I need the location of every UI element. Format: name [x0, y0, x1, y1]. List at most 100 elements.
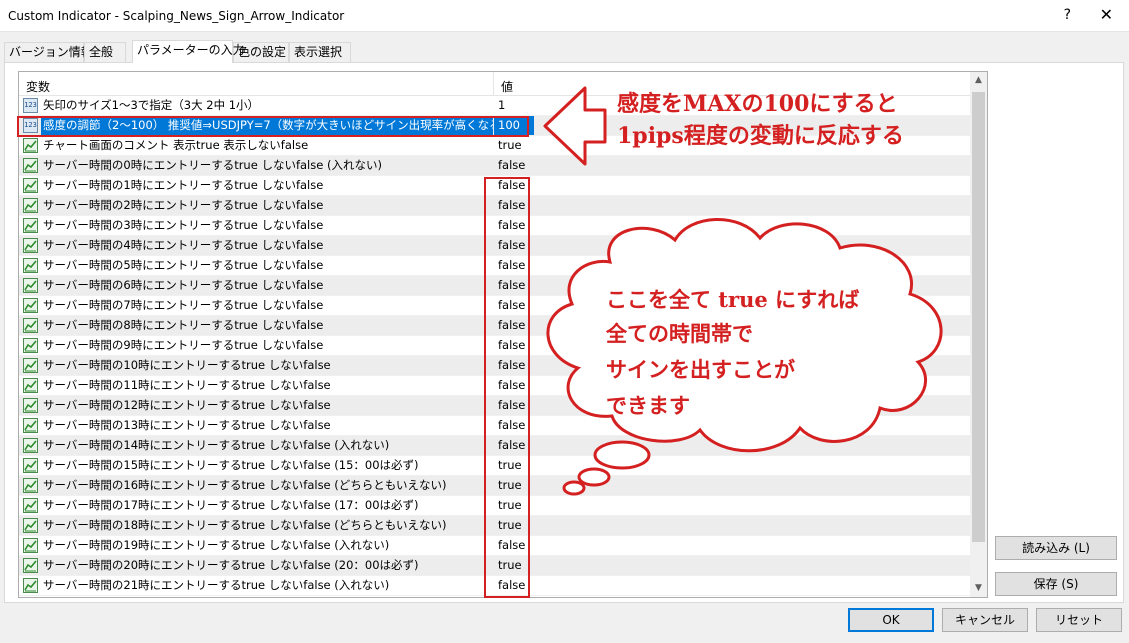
- scroll-down-icon[interactable]: ▼: [970, 580, 987, 597]
- parameter-name: チャート画面のコメント 表示true 表示しないfalse: [43, 138, 309, 152]
- parameter-name: サーバー時間の2時にエントリーするtrue しないfalse: [43, 198, 324, 212]
- parameter-name: サーバー時間の1時にエントリーするtrue しないfalse: [43, 178, 324, 192]
- load-button[interactable]: 読み込み (L): [995, 536, 1117, 560]
- column-header-variable[interactable]: 変数: [26, 78, 50, 95]
- parameter-name: サーバー時間の19時にエントリーするtrue しないfalse (入れない): [43, 538, 390, 552]
- boolean-icon: [23, 338, 38, 353]
- close-button[interactable]: ✕: [1100, 5, 1113, 24]
- table-row[interactable]: サーバー時間の2時にエントリーするtrue しないfalse false: [19, 196, 971, 216]
- table-row[interactable]: サーバー時間の14時にエントリーするtrue しないfalse (入れない) fa…: [19, 436, 971, 456]
- ok-button[interactable]: OK: [848, 608, 934, 632]
- boolean-icon: [23, 378, 38, 393]
- parameter-name: サーバー時間の17時にエントリーするtrue しないfalse (17：00は必…: [43, 498, 419, 512]
- parameter-value[interactable]: false: [494, 396, 534, 415]
- boolean-icon: [23, 478, 38, 493]
- parameter-value[interactable]: false: [494, 576, 534, 595]
- boolean-icon: [23, 198, 38, 213]
- parameters-table: 変数 値 123 矢印のサイズ1～3で指定（3大 2中 1小） 1 123 感度の調節（…: [18, 71, 988, 598]
- reset-button[interactable]: リセット: [1036, 608, 1122, 632]
- arrow-annotation-line1: 感度をMAXの100にすると: [617, 91, 898, 117]
- boolean-icon: [23, 278, 38, 293]
- table-row[interactable]: サーバー時間の13時にエントリーするtrue しないfalse false: [19, 416, 971, 436]
- number-icon: 123: [23, 98, 38, 113]
- parameter-value[interactable]: false: [494, 196, 534, 215]
- vertical-scrollbar[interactable]: ▲ ▼: [970, 72, 987, 597]
- boolean-icon: [23, 318, 38, 333]
- table-row[interactable]: サーバー時間の8時にエントリーするtrue しないfalse false: [19, 316, 971, 336]
- parameter-name: サーバー時間の6時にエントリーするtrue しないfalse: [43, 278, 324, 292]
- arrow-annotation-line2: 1pips程度の変動に反応する: [617, 123, 904, 149]
- cloud-annotation-line3: サインを出すことが: [606, 357, 795, 382]
- table-row[interactable]: サーバー時間の16時にエントリーするtrue しないfalse (どちらともいえ…: [19, 476, 971, 496]
- parameter-name: 矢印のサイズ1～3で指定（3大 2中 1小）: [43, 98, 260, 112]
- boolean-icon: [23, 178, 38, 193]
- tab-version-info[interactable]: バージョン情報: [4, 42, 93, 62]
- parameter-value[interactable]: false: [494, 376, 534, 395]
- table-row[interactable]: サーバー時間の15時にエントリーするtrue しないfalse (15：00は必…: [19, 456, 971, 476]
- table-row[interactable]: サーバー時間の12時にエントリーするtrue しないfalse false: [19, 396, 971, 416]
- table-row[interactable]: サーバー時間の0時にエントリーするtrue しないfalse (入れない) fal…: [19, 156, 971, 176]
- parameter-value[interactable]: true: [494, 136, 534, 155]
- boolean-icon: [23, 258, 38, 273]
- parameter-value[interactable]: false: [494, 316, 534, 335]
- boolean-icon: [23, 218, 38, 233]
- parameter-name: サーバー時間の18時にエントリーするtrue しないfalse (どちらともいえ…: [43, 518, 447, 532]
- parameter-value[interactable]: true: [494, 476, 534, 495]
- table-body: 123 矢印のサイズ1～3で指定（3大 2中 1小） 1 123 感度の調節（2～100…: [19, 96, 971, 596]
- parameter-value[interactable]: 1: [494, 96, 534, 115]
- number-icon: 123: [23, 118, 38, 133]
- table-row[interactable]: サーバー時間の10時にエントリーするtrue しないfalse false: [19, 356, 971, 376]
- parameter-value[interactable]: 100: [494, 116, 534, 135]
- scroll-up-icon[interactable]: ▲: [970, 72, 987, 89]
- parameter-value[interactable]: false: [494, 536, 534, 555]
- cancel-button[interactable]: キャンセル: [942, 608, 1028, 632]
- parameter-value[interactable]: false: [494, 176, 534, 195]
- parameter-value[interactable]: false: [494, 356, 534, 375]
- table-row[interactable]: サーバー時間の11時にエントリーするtrue しないfalse false: [19, 376, 971, 396]
- table-row[interactable]: サーバー時間の17時にエントリーするtrue しないfalse (17：00は必…: [19, 496, 971, 516]
- boolean-icon: [23, 558, 38, 573]
- column-header-value[interactable]: 値: [501, 78, 513, 95]
- parameter-name: サーバー時間の4時にエントリーするtrue しないfalse: [43, 238, 324, 252]
- parameter-value[interactable]: true: [494, 456, 534, 475]
- parameter-value[interactable]: false: [494, 436, 534, 455]
- table-row[interactable]: サーバー時間の21時にエントリーするtrue しないfalse (入れない) fa…: [19, 576, 971, 596]
- parameter-name: サーバー時間の11時にエントリーするtrue しないfalse: [43, 378, 331, 392]
- table-row[interactable]: サーバー時間の1時にエントリーするtrue しないfalse false: [19, 176, 971, 196]
- parameter-value[interactable]: false: [494, 336, 534, 355]
- table-row[interactable]: サーバー時間の5時にエントリーするtrue しないfalse false: [19, 256, 971, 276]
- scrollbar-thumb[interactable]: [972, 92, 985, 542]
- parameter-value[interactable]: false: [494, 416, 534, 435]
- boolean-icon: [23, 538, 38, 553]
- boolean-icon: [23, 438, 38, 453]
- title-bar: Custom Indicator - Scalping_News_Sign_Ar…: [0, 0, 1129, 32]
- parameter-name: サーバー時間の20時にエントリーするtrue しないfalse (20：00は必…: [43, 558, 419, 572]
- tab-parameters[interactable]: パラメーターの入力: [132, 40, 245, 63]
- boolean-icon: [23, 458, 38, 473]
- parameter-value[interactable]: false: [494, 256, 534, 275]
- table-row[interactable]: サーバー時間の9時にエントリーするtrue しないfalse false: [19, 336, 971, 356]
- column-separator[interactable]: [493, 72, 494, 96]
- parameter-value[interactable]: true: [494, 496, 534, 515]
- parameter-value[interactable]: false: [494, 216, 534, 235]
- table-row[interactable]: サーバー時間の19時にエントリーするtrue しないfalse (入れない) fa…: [19, 536, 971, 556]
- parameter-name: サーバー時間の15時にエントリーするtrue しないfalse (15：00は必…: [43, 458, 419, 472]
- save-button[interactable]: 保存 (S): [995, 572, 1117, 596]
- table-row[interactable]: サーバー時間の4時にエントリーするtrue しないfalse false: [19, 236, 971, 256]
- parameter-value[interactable]: false: [494, 276, 534, 295]
- parameter-value[interactable]: true: [494, 516, 534, 535]
- tab-visualization[interactable]: 表示選択: [289, 42, 351, 62]
- parameter-name: サーバー時間の16時にエントリーするtrue しないfalse (どちらともいえ…: [43, 478, 447, 492]
- boolean-icon: [23, 418, 38, 433]
- table-row[interactable]: サーバー時間の18時にエントリーするtrue しないfalse (どちらともいえ…: [19, 516, 971, 536]
- boolean-icon: [23, 138, 38, 153]
- parameter-value[interactable]: false: [494, 296, 534, 315]
- parameter-value[interactable]: true: [494, 556, 534, 575]
- parameters-panel: 変数 値 123 矢印のサイズ1～3で指定（3大 2中 1小） 1 123 感度の調節（…: [4, 62, 1124, 603]
- table-row[interactable]: サーバー時間の20時にエントリーするtrue しないfalse (20：00は必…: [19, 556, 971, 576]
- parameter-value[interactable]: false: [494, 156, 534, 175]
- tab-general[interactable]: 全般: [84, 42, 126, 62]
- parameter-value[interactable]: false: [494, 236, 534, 255]
- table-row[interactable]: サーバー時間の3時にエントリーするtrue しないfalse false: [19, 216, 971, 236]
- help-button[interactable]: ?: [1064, 7, 1071, 23]
